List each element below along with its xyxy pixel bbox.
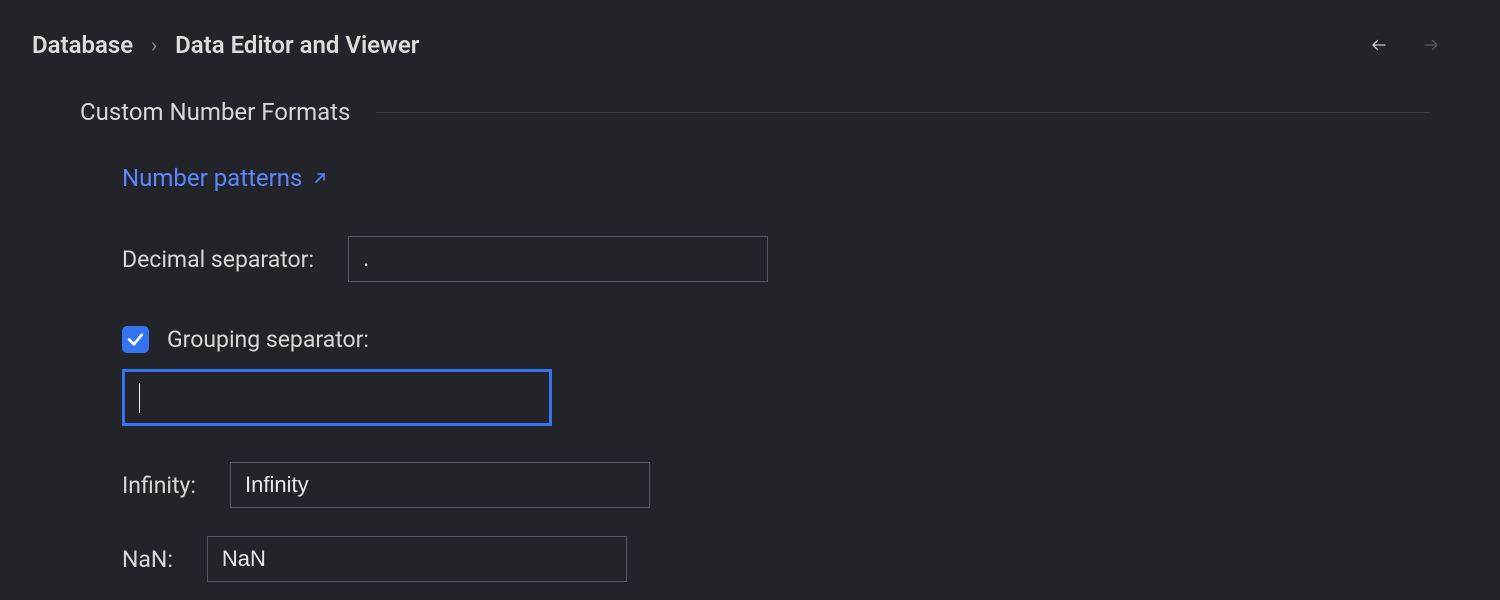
grouping-separator-checkbox[interactable] bbox=[122, 326, 149, 353]
check-icon bbox=[126, 330, 145, 349]
number-patterns-link[interactable]: Number patterns bbox=[122, 164, 328, 192]
breadcrumb-separator-icon: › bbox=[151, 33, 157, 57]
forward-button[interactable] bbox=[1416, 30, 1446, 60]
infinity-row: Infinity: bbox=[122, 462, 1430, 508]
decimal-separator-row: Decimal separator: bbox=[122, 236, 1430, 282]
external-link-icon bbox=[312, 170, 328, 186]
grouping-separator-checkbox-wrap: Grouping separator: bbox=[122, 326, 369, 353]
infinity-input[interactable] bbox=[230, 462, 650, 508]
grouping-separator-row: Grouping separator: bbox=[122, 326, 1430, 426]
back-button[interactable] bbox=[1364, 30, 1394, 60]
nan-input[interactable] bbox=[207, 536, 627, 582]
nan-label: NaN: bbox=[122, 546, 173, 573]
section-heading: Custom Number Formats bbox=[80, 98, 1430, 126]
grouping-separator-label: Grouping separator: bbox=[167, 326, 369, 353]
header-nav bbox=[1364, 30, 1446, 60]
custom-number-formats-section: Custom Number Formats Number patterns De… bbox=[0, 98, 1500, 582]
section-title: Custom Number Formats bbox=[80, 98, 350, 126]
breadcrumb-root[interactable]: Database bbox=[32, 31, 133, 59]
section-rule bbox=[376, 112, 1430, 113]
decimal-separator-input[interactable] bbox=[348, 236, 768, 282]
breadcrumb-current: Data Editor and Viewer bbox=[175, 31, 419, 59]
decimal-separator-label: Decimal separator: bbox=[122, 246, 314, 273]
text-caret bbox=[139, 383, 140, 413]
number-patterns-link-label: Number patterns bbox=[122, 164, 302, 192]
breadcrumb: Database › Data Editor and Viewer bbox=[32, 31, 419, 59]
nan-row: NaN: bbox=[122, 536, 1430, 582]
header: Database › Data Editor and Viewer bbox=[0, 0, 1500, 78]
number-patterns-row: Number patterns bbox=[122, 164, 1430, 192]
arrow-left-icon bbox=[1370, 32, 1388, 58]
arrow-right-icon bbox=[1422, 32, 1440, 58]
section-content: Number patterns Decimal separator: Group… bbox=[80, 164, 1430, 582]
infinity-label: Infinity: bbox=[122, 472, 196, 499]
grouping-separator-input[interactable] bbox=[122, 369, 552, 426]
